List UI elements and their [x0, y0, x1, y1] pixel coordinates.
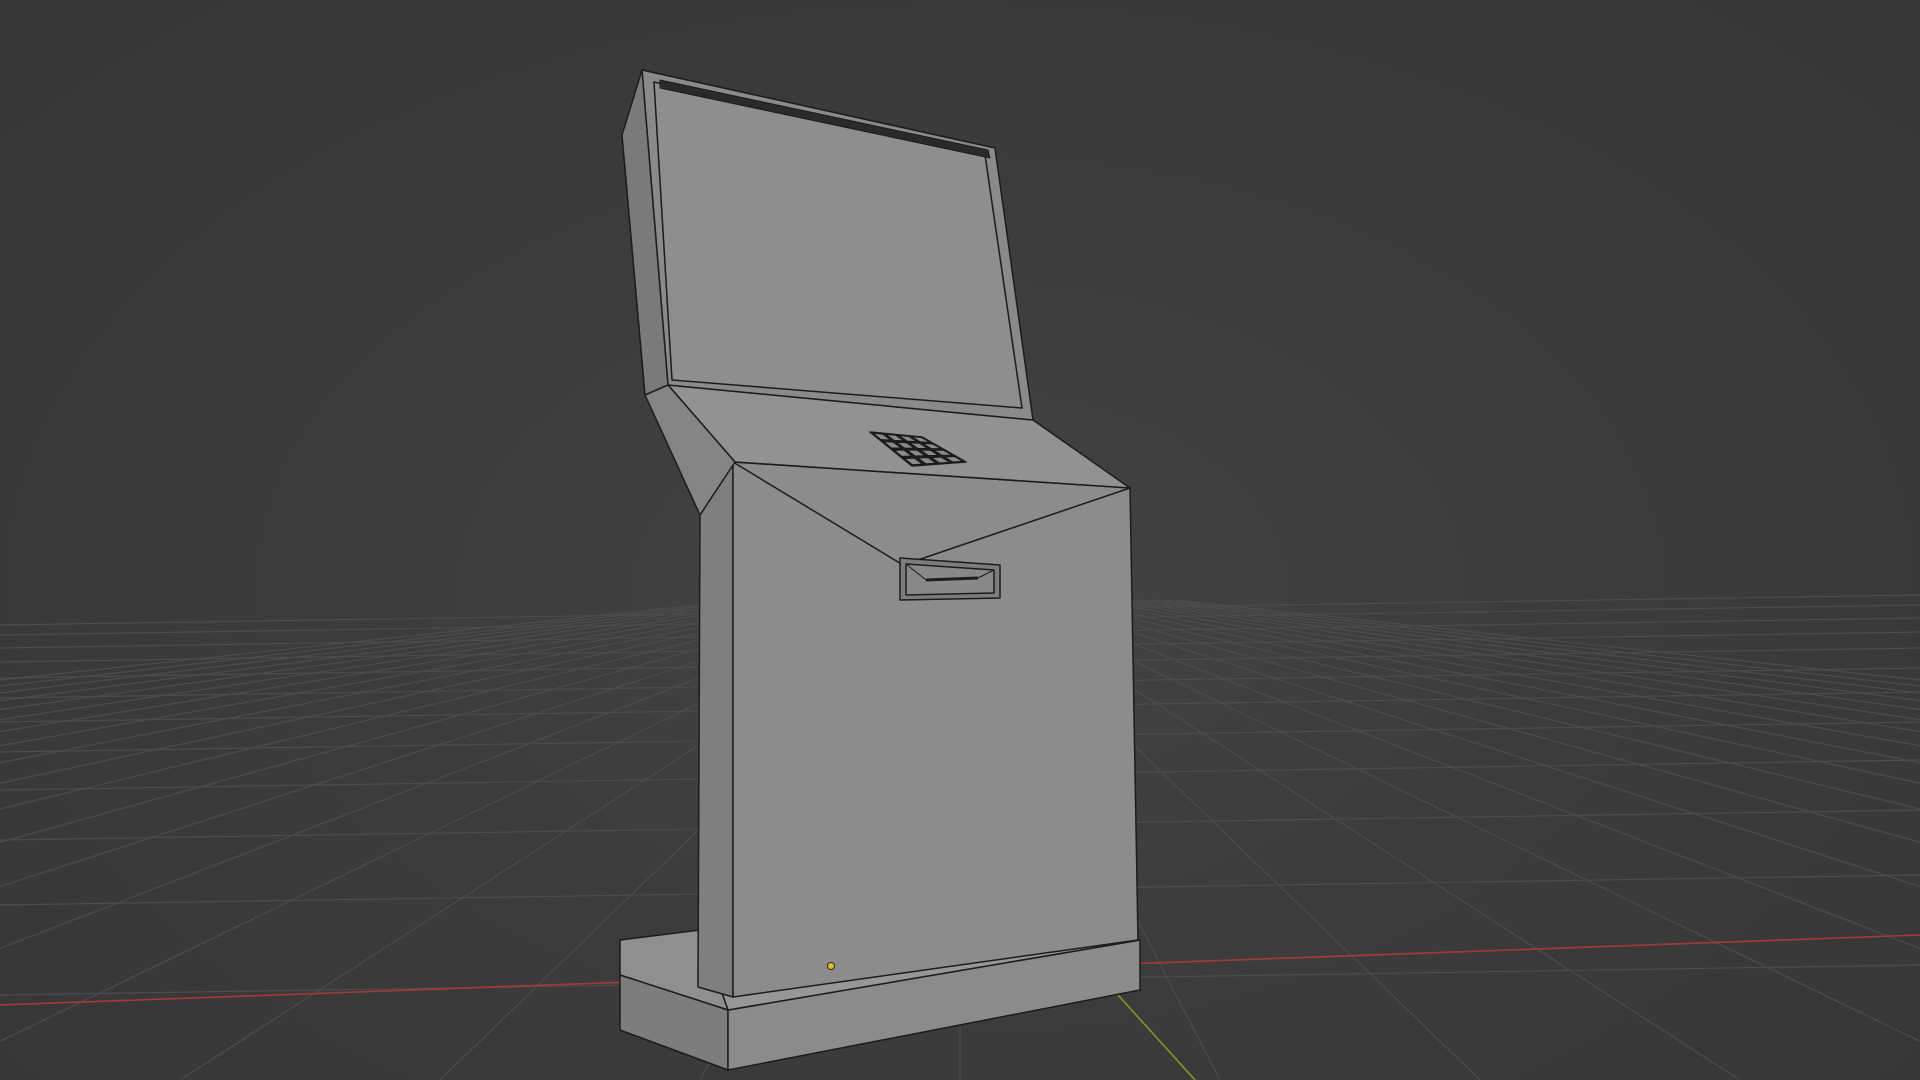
grid-line: [1007, 599, 1920, 1042]
object-origin-point[interactable]: [827, 962, 835, 970]
y-axis-line: [1117, 994, 1196, 1080]
grid-line: [1151, 599, 1920, 694]
viewport-canvas[interactable]: [0, 0, 1920, 1080]
grid-line: [1043, 599, 1920, 843]
grid-line: [1031, 599, 1920, 888]
3d-viewport[interactable]: [0, 0, 1920, 1080]
grid-line: [1019, 599, 1920, 950]
card-slot[interactable]: [899, 557, 1001, 601]
cabinet-side: [697, 461, 734, 998]
screen-panel[interactable]: [621, 69, 1034, 421]
grid-line: [1163, 599, 1920, 687]
kiosk-mesh[interactable]: [619, 69, 1141, 1071]
cabinet-body[interactable]: [732, 461, 1139, 998]
grid-line: [1055, 599, 1920, 810]
